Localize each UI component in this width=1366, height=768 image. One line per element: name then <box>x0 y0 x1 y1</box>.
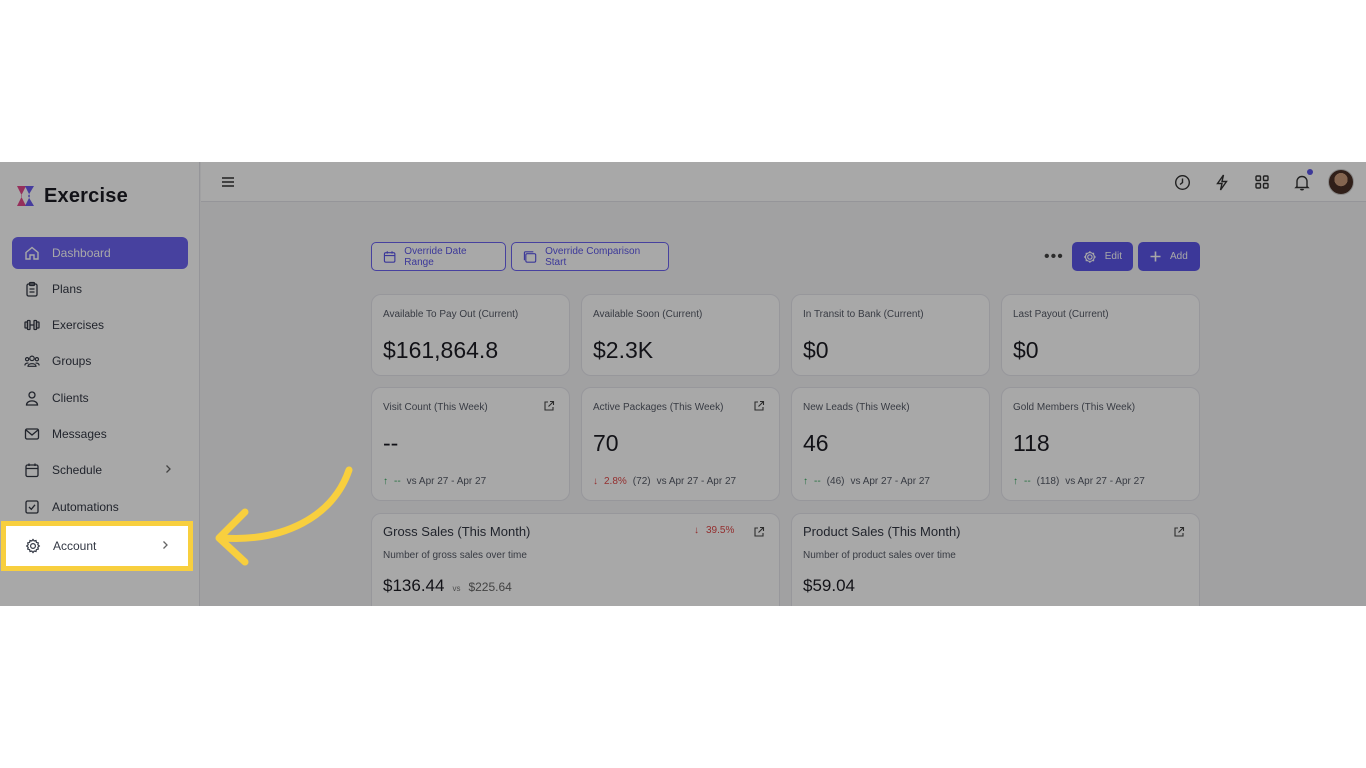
app-window: Exercise Dashboard Plans Exercises Group… <box>0 162 1366 606</box>
highlight-box: Account <box>1 521 193 571</box>
pointer-arrow <box>215 466 353 566</box>
sidebar-item-account[interactable]: Account <box>13 530 185 562</box>
gear-icon <box>25 538 41 554</box>
sidebar-item-label: Account <box>53 539 97 553</box>
chevron-right-icon <box>163 541 168 549</box>
